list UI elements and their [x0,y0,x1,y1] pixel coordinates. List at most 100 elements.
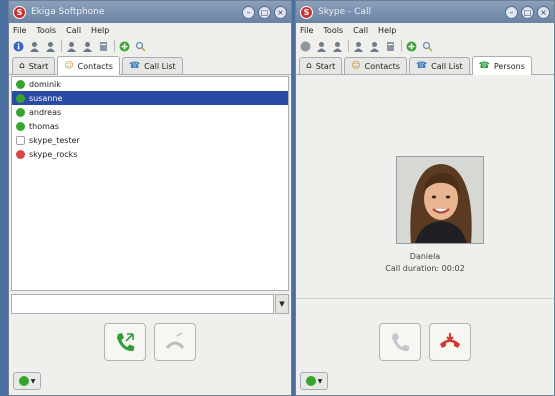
add-icon[interactable] [405,40,418,53]
tab-call-list[interactable]: ☎ Call List [408,57,470,74]
menu-help[interactable]: Help [378,26,396,35]
tab-label: Call List [431,61,463,71]
callee-avatar [396,156,484,244]
list-item[interactable]: andreas [12,105,288,119]
chevron-down-icon: ▼ [317,377,323,385]
contact-name: skype_rocks [29,149,78,159]
contacts-icon: ☺ [64,61,74,71]
call-panel: Daniela Call duration: 00:02 [298,76,552,291]
call-window: S Skype - Call – □ × File Tools Call Hel… [295,0,555,396]
tab-bar: ⌂ Start ☺ Contacts ☎ Call List ☎ Persons [296,55,554,75]
tab-persons[interactable]: ☎ Persons [471,56,532,75]
status-online-icon [16,107,25,117]
transfer-button[interactable] [154,323,196,361]
tab-call-list[interactable]: ☎ Call List [121,57,183,74]
contacts-icon: ☺ [351,61,361,71]
minimize-button[interactable]: – [505,5,518,19]
call-button[interactable] [104,323,146,361]
status-offline-icon [16,135,25,145]
phone-pickup-icon [117,333,135,352]
contact-info-icon[interactable] [352,40,365,53]
list-item[interactable]: susanne [12,91,288,105]
status-bar: ▼ [300,371,328,391]
toolbar-separator [401,40,402,52]
titlebar[interactable]: S Ekiga Softphone – □ × [9,1,291,23]
minimize-button[interactable]: – [242,5,255,19]
home-icon: ⌂ [19,61,25,71]
window-title: Ekiga Softphone [31,7,105,17]
status-bar: ▼ [13,371,41,391]
menu-help[interactable]: Help [91,26,109,35]
menu-file[interactable]: File [13,26,26,35]
menu-call[interactable]: Call [353,26,368,35]
window-title: Skype - Call [318,7,371,17]
contact-info-icon[interactable] [65,40,78,53]
call-buttons [9,323,291,363]
maximize-button[interactable]: □ [521,5,534,19]
menu-call[interactable]: Call [66,26,81,35]
maximize-button[interactable]: □ [258,5,271,19]
dial-input[interactable] [11,294,274,314]
presence-online-icon [18,376,29,386]
presence-button[interactable]: ▼ [300,372,328,390]
tab-contacts[interactable]: ☺ Contacts [57,56,120,75]
phone-transfer-icon [165,332,185,349]
tab-label: Start [28,61,49,71]
close-button[interactable]: × [274,5,287,19]
close-button[interactable]: × [537,5,550,19]
add-contact-icon[interactable] [315,40,328,53]
phone-icon: ☎ [415,61,428,71]
add-contact-icon[interactable] [28,40,41,53]
titlebar[interactable]: S Skype - Call – □ × [296,1,554,23]
tab-label: Persons [493,61,525,71]
phone-icon: ☎ [128,61,141,71]
remove-contact-icon[interactable] [331,40,344,53]
menu-file[interactable]: File [300,26,313,35]
add-icon[interactable] [118,40,131,53]
presence-button[interactable]: ▼ [13,372,41,390]
toolbar-separator [348,40,349,52]
search-icon[interactable] [421,40,434,53]
info-icon[interactable] [12,40,25,53]
status-online-icon [16,93,25,103]
phone-active-icon: ☎ [478,61,490,71]
call-buttons [296,323,554,363]
tab-label: Contacts [364,61,400,71]
send-file-icon[interactable] [384,40,397,53]
tab-start[interactable]: ⌂ Start [12,57,56,74]
list-item[interactable]: skype_tester [12,133,288,147]
search-icon[interactable] [134,40,147,53]
app-logo-icon: S [13,5,26,19]
tab-contacts[interactable]: ☺ Contacts [344,57,407,74]
tab-start[interactable]: ⌂ Start [299,57,343,74]
contacts-window: S Ekiga Softphone – □ × File Tools Call … [8,0,292,396]
menu-tools[interactable]: Tools [323,26,343,35]
remove-contact-icon[interactable] [44,40,57,53]
list-item[interactable]: skype_rocks [12,147,288,161]
list-item[interactable]: dominik [12,77,288,91]
call-duration: Call duration: 00:02 [385,264,465,273]
tab-label: Contacts [77,61,113,71]
call-button[interactable] [379,323,421,361]
contact-name: skype_tester [29,135,80,145]
chevron-down-icon: ▼ [30,377,36,385]
divider [296,298,554,299]
toolbar-separator [114,40,115,52]
status-away-icon [16,149,25,159]
block-contact-icon[interactable] [81,40,94,53]
toolbar [9,37,291,55]
contact-name: thomas [29,121,59,131]
send-file-icon[interactable] [97,40,110,53]
toolbar [296,37,554,55]
dropdown-arrow-icon[interactable]: ▼ [275,294,289,314]
dial-row: ▼ [11,293,289,315]
block-contact-icon[interactable] [368,40,381,53]
status-icon[interactable] [299,40,312,53]
presence-online-icon [305,376,316,386]
status-online-icon [16,121,25,131]
list-item[interactable]: thomas [12,119,288,133]
hangup-button[interactable] [429,323,471,361]
menu-tools[interactable]: Tools [36,26,56,35]
toolbar-separator [61,40,62,52]
tab-label: Start [315,61,336,71]
